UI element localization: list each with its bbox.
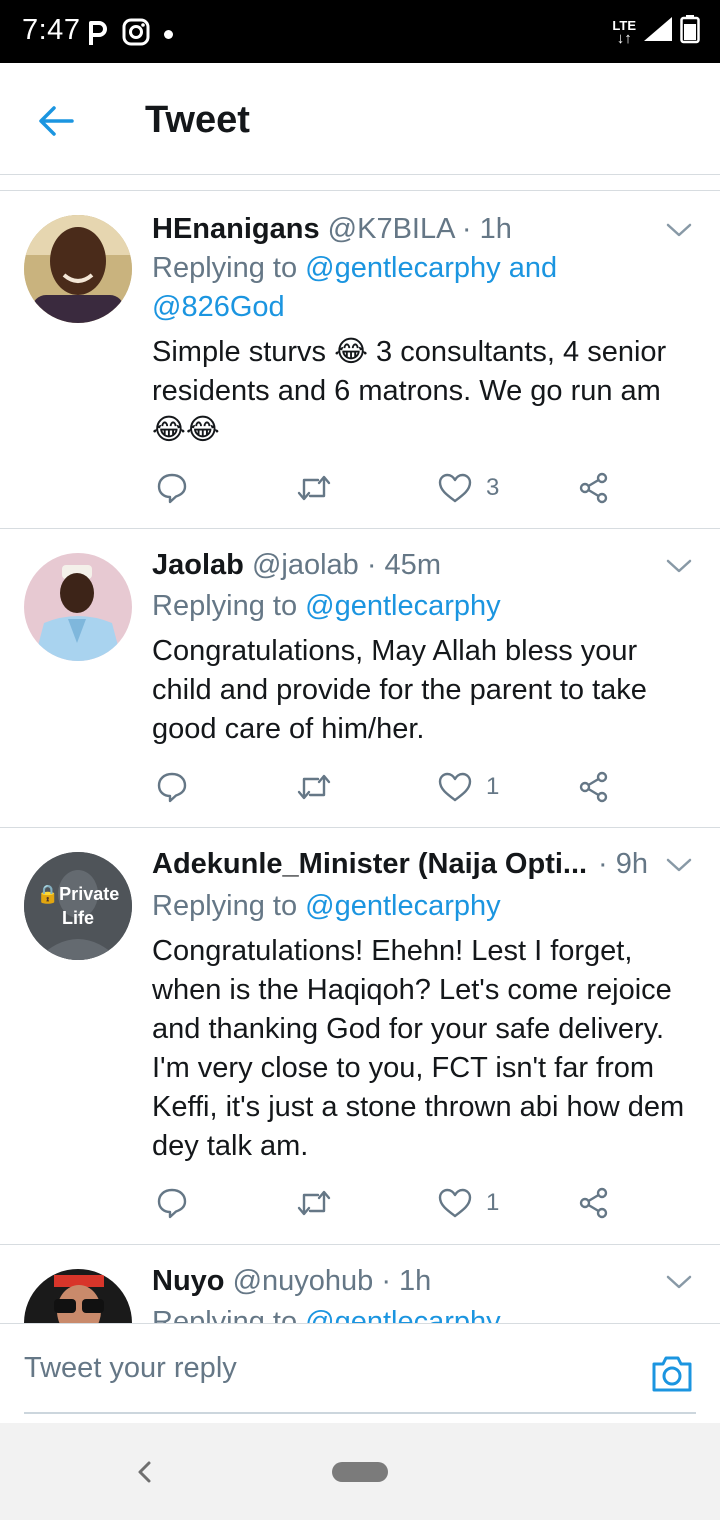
tweet-text: Simple sturvs 😂 3 consultants, 4 senior … [152,336,667,446]
replying-to: Replying to @gentlecarphy [152,1303,690,1323]
author-name[interactable]: Adekunle_Minister (Naija Opti... [152,848,587,880]
reply-tweet[interactable]: 🔒Private Life Adekunle_Minister (Naija O… [0,828,720,1245]
like-button[interactable]: 1 [438,767,499,807]
author-handle[interactable]: @nuyohub [233,1265,374,1297]
signal-icon [642,15,674,48]
retweet-button[interactable] [296,1183,332,1223]
author-name[interactable]: Jaolab [152,549,244,581]
retweet-icon [297,475,331,501]
share-icon [579,1187,608,1219]
tweet-header: HEnanigans @K7BILA · 1h [152,213,660,246]
replying-to: Replying to @gentlecarphy [152,890,501,922]
retweet-icon [297,774,331,800]
retweet-button[interactable] [296,468,332,508]
instagram-icon [122,18,150,51]
chevron-down-icon[interactable] [664,215,694,245]
tweet-text: Congratulations, May Allah bless your ch… [152,635,647,745]
author-name[interactable]: HEnanigans [152,213,320,245]
comment-icon [157,1188,187,1219]
share-button[interactable] [578,767,610,807]
tweet-text: Congratulations! Ehehn! Lest I forget, w… [152,935,685,1162]
camera-icon [652,1356,692,1392]
system-nav-bar [0,1423,720,1520]
chevron-down-icon[interactable] [664,551,694,581]
author-name[interactable]: Nuyo [152,1265,225,1297]
reply-tweet[interactable]: Jaolab @jaolab · 45m Replying to @gentle… [0,529,720,828]
divider [24,1412,696,1414]
page-title: Tweet [145,99,250,141]
reply-bar: Tweet your reply [0,1323,720,1423]
reply-button[interactable] [156,1183,188,1223]
retweet-icon [297,1190,331,1216]
heart-icon [438,1188,472,1218]
avatar[interactable] [24,215,132,323]
share-icon [579,771,608,803]
chevron-left-icon [138,1461,151,1483]
like-count: 3 [486,474,500,501]
camera-button[interactable] [650,1354,694,1394]
retweet-button[interactable] [296,767,332,807]
tweet-time: · 1h [381,1265,432,1297]
comment-icon [157,772,187,803]
mention-link[interactable]: @gentlecarphy [305,890,501,922]
avatar[interactable] [24,1269,132,1323]
share-icon [579,472,608,504]
tweet-header: Jaolab @jaolab · 45m [152,549,660,582]
tweet-time: · 1h [461,213,512,245]
nav-back-button[interactable] [132,1457,156,1487]
pocket-app-icon [84,17,112,52]
mention-link[interactable]: @gentlecarphy [305,590,501,622]
share-button[interactable] [578,1183,610,1223]
reply-input[interactable]: Tweet your reply [24,1352,237,1385]
mention-link[interactable]: @gentlecarphy [305,1306,501,1323]
reply-button[interactable] [156,468,188,508]
back-button[interactable] [30,95,82,147]
author-handle[interactable]: @jaolab [252,549,359,581]
tweet-time: · 45m [366,549,441,581]
heart-icon [438,473,472,503]
comment-icon [157,473,187,504]
reply-button[interactable] [156,767,188,807]
like-button[interactable]: 3 [438,468,499,508]
tweet-actions: 3 [152,468,632,508]
network-type: LTE ↓↑ [612,17,636,47]
battery-icon [680,14,700,49]
avatar-label: Life [61,908,94,928]
like-count: 1 [486,1189,500,1216]
tweet-time: · 9h [598,848,648,880]
chevron-down-icon[interactable] [664,1267,694,1297]
tweet-header: Adekunle_Minister (Naija Opti... [152,848,608,881]
avatar-label: 🔒Private [36,884,120,904]
reply-tweet[interactable]: HEnanigans @K7BILA · 1h Replying to @gen… [0,191,720,529]
status-bar: 7:47 LTE ↓↑ [0,0,720,63]
tweet-header: Nuyo @nuyohub · 1h [152,1265,660,1298]
replying-to: Replying to @gentlecarphy [152,590,501,622]
like-button[interactable]: 1 [438,1183,499,1223]
app-bar: Tweet [0,63,720,175]
share-button[interactable] [578,468,610,508]
tweet-actions: 1 [152,767,632,807]
tweet-actions: 1 [152,1183,632,1223]
heart-icon [438,772,472,802]
author-handle[interactable]: @K7BILA [328,213,454,245]
avatar[interactable]: 🔒Private Life [24,852,132,960]
status-time: 7:47 [22,14,81,46]
nav-home-pill[interactable] [332,1462,388,1482]
like-count: 1 [486,773,500,800]
chevron-down-icon[interactable] [664,850,694,880]
reply-tweet[interactable]: Nuyo @nuyohub · 1h Replying to @gentleca… [0,1245,720,1323]
avatar[interactable] [24,553,132,661]
replying-to: Replying to @gentlecarphy and @826God [152,252,558,323]
notification-dot-icon [164,30,173,39]
arrow-left-icon [39,106,74,136]
